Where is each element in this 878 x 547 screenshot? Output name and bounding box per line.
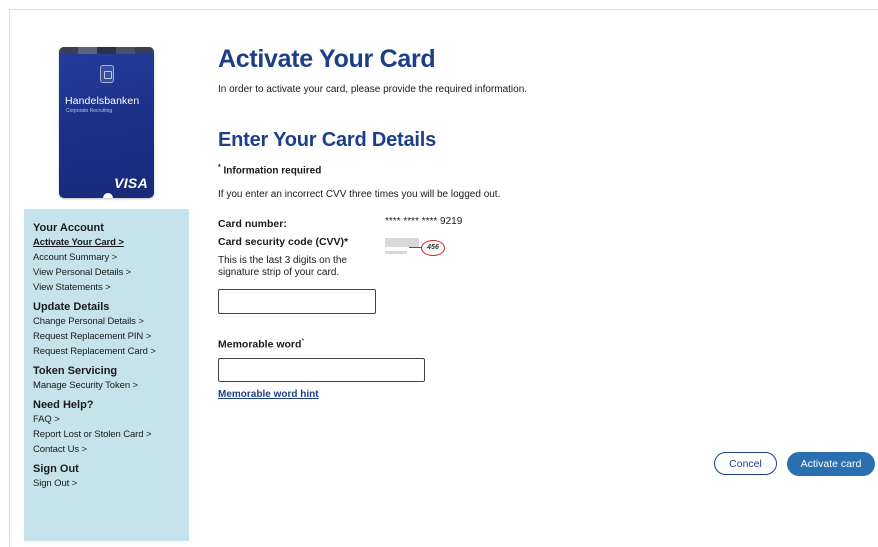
sidebar-item-faq[interactable]: FAQ > bbox=[33, 412, 189, 427]
sidebar-item-view-personal-details[interactable]: View Personal Details > bbox=[33, 265, 189, 280]
cvv-label: Card security code (CVV)* bbox=[218, 236, 349, 248]
cvv-warning: If you enter an incorrect CVV three time… bbox=[218, 189, 501, 200]
required-note: * Information required bbox=[218, 164, 321, 176]
stripe-segment bbox=[78, 47, 97, 54]
page-title: Activate Your Card bbox=[218, 45, 436, 73]
card-image: Handelsbanken Corporate Recruiting VISA bbox=[59, 47, 154, 198]
main-content: Activate Your Card In order to activate … bbox=[218, 0, 878, 547]
sidebar-item-contact-us[interactable]: Contact Us > bbox=[33, 442, 189, 457]
sidebar-item-report-lost-card[interactable]: Report Lost or Stolen Card > bbox=[33, 427, 189, 442]
signature-strip-line bbox=[385, 251, 407, 254]
signature-strip bbox=[385, 238, 419, 247]
sidebar-heading: Update Details bbox=[33, 301, 110, 313]
stripe-segment bbox=[135, 47, 154, 54]
sidebar-item-account-summary[interactable]: Account Summary > bbox=[33, 250, 189, 265]
stripe-segment bbox=[59, 47, 78, 54]
sidebar-group-token-servicing: Token Servicing Manage Security Token > bbox=[33, 365, 189, 393]
sidebar-heading: Token Servicing bbox=[33, 365, 118, 377]
activate-card-button[interactable]: Activate card bbox=[787, 452, 875, 476]
required-text: Information required bbox=[223, 165, 322, 177]
required-mark: * bbox=[301, 338, 305, 345]
sidebar-heading: Sign Out bbox=[33, 463, 79, 475]
card-notch bbox=[103, 193, 113, 198]
memorable-word-label: Memorable word* bbox=[218, 338, 304, 351]
card-number-value: **** **** **** 9219 bbox=[385, 216, 463, 227]
cvv-example: 456 bbox=[421, 240, 445, 256]
sidebar-item-request-replacement-card[interactable]: Request Replacement Card > bbox=[33, 344, 189, 359]
stripe-segment bbox=[97, 47, 116, 54]
sidebar-item-activate-card[interactable]: Activate Your Card > bbox=[33, 235, 189, 250]
card-number-label: Card number: bbox=[218, 218, 287, 230]
sidebar-item-manage-security-token[interactable]: Manage Security Token > bbox=[33, 378, 189, 393]
card-sub-text: Corporate Recruiting bbox=[66, 108, 113, 114]
section-title: Enter Your Card Details bbox=[218, 129, 437, 151]
intro-text: In order to activate your card, please p… bbox=[218, 84, 528, 95]
sidebar-item-sign-out[interactable]: Sign Out > bbox=[33, 476, 189, 491]
sidebar-item-view-statements[interactable]: View Statements > bbox=[33, 280, 189, 295]
memorable-word-hint-link[interactable]: Memorable word hint bbox=[218, 389, 319, 400]
sidebar-heading: Need Help? bbox=[33, 399, 94, 411]
sidebar-item-request-replacement-pin[interactable]: Request Replacement PIN > bbox=[33, 329, 189, 344]
sidebar-item-change-personal-details[interactable]: Change Personal Details > bbox=[33, 314, 189, 329]
sidebar-group-your-account: Your Account Activate Your Card > Accoun… bbox=[33, 222, 189, 295]
cancel-button[interactable]: Concel bbox=[714, 452, 777, 475]
cvv-location-icon: 456 bbox=[385, 236, 447, 262]
sidebar-nav: Your Account Activate Your Card > Accoun… bbox=[24, 209, 189, 541]
card-bank-name: Handelsbanken bbox=[65, 95, 140, 107]
visa-logo: VISA bbox=[114, 175, 148, 191]
memorable-word-input[interactable] bbox=[218, 358, 425, 382]
chip-icon bbox=[100, 65, 114, 83]
sidebar-group-sign-out: Sign Out Sign Out > bbox=[33, 463, 189, 491]
required-mark: * bbox=[218, 164, 221, 171]
cvv-hint: This is the last 3 digits on the signatu… bbox=[218, 255, 347, 278]
card-top-stripe bbox=[59, 47, 154, 54]
sidebar-heading: Your Account bbox=[33, 222, 104, 234]
sidebar-group-need-help: Need Help? FAQ > Report Lost or Stolen C… bbox=[33, 399, 189, 457]
stripe-segment bbox=[116, 47, 135, 54]
sidebar-group-update-details: Update Details Change Personal Details >… bbox=[33, 301, 189, 359]
memorable-word-label-text: Memorable word bbox=[218, 338, 302, 351]
cvv-input[interactable] bbox=[218, 289, 376, 314]
